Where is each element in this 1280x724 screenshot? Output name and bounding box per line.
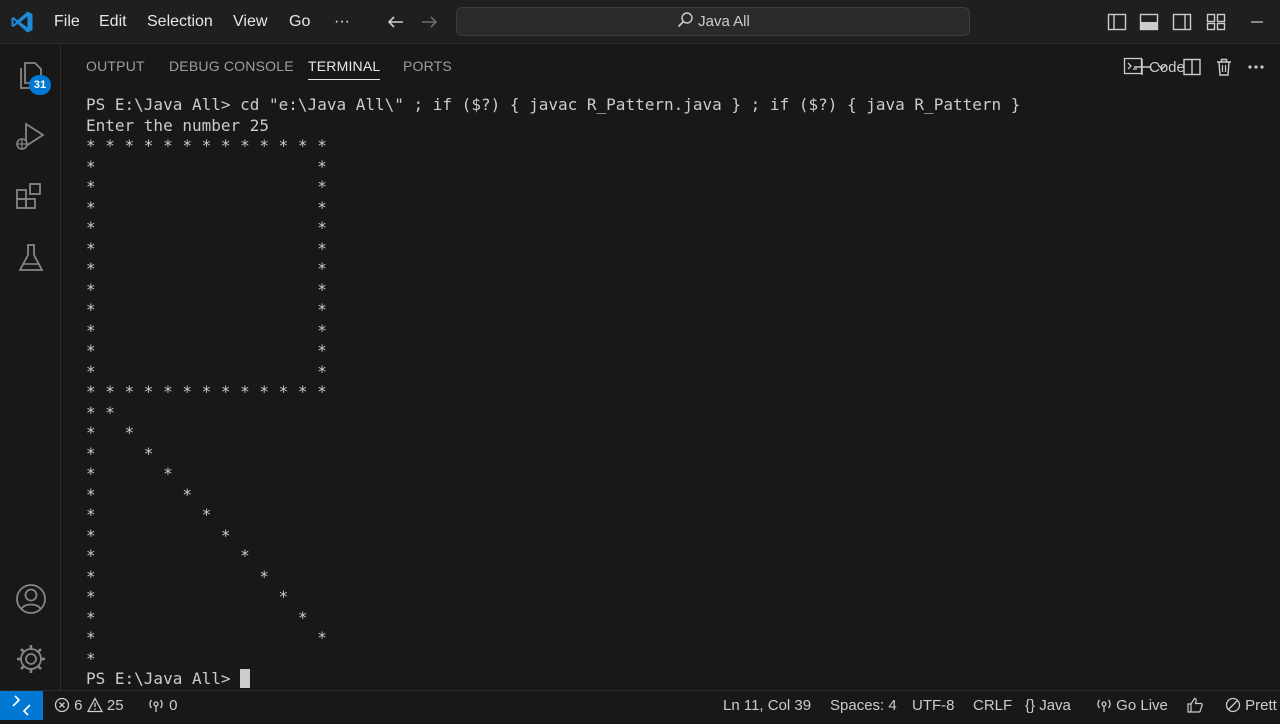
terminal-line: * * [86,218,327,237]
terminal-line: * * [86,525,231,545]
go-live-button[interactable]: Go Live [1096,691,1168,720]
terminal-line: * * [86,423,135,442]
search-icon [678,12,693,28]
menu-selection[interactable]: Selection [147,0,213,44]
menu-file[interactable]: File [54,0,80,44]
terminal-line: * * [86,156,327,176]
prettier-disabled-icon [1225,697,1241,713]
vscode-logo-icon [11,11,33,33]
terminal-line: * * * * * * * * * * * * * [86,382,327,401]
testing-icon[interactable] [13,240,49,276]
minimize-window-icon[interactable] [1246,11,1268,33]
terminal-line: * * [86,279,327,299]
error-count: 6 [74,697,83,714]
tab-ports[interactable]: PORTS [403,44,452,88]
terminal-line: * * [86,546,250,565]
terminal-line: * * [86,464,173,483]
language-mode[interactable]: {} Java [1025,691,1071,720]
menu-view[interactable]: View [233,0,267,44]
terminal-line: * * [86,402,115,422]
error-icon [54,697,70,713]
warning-icon [86,697,103,713]
tab-terminal-label: TERMINAL [308,58,381,74]
explorer-badge: 31 [29,75,51,95]
menu-more[interactable]: ··· [334,0,350,44]
terminal-line: PS E:\Java All> cd "e:\Java All\" ; if (… [86,95,1021,114]
language-label: Java [1039,697,1071,714]
terminal-line: * * [86,587,289,606]
prettier-label: Prett [1245,697,1277,714]
title-bar: File Edit Selection View Go ··· Java All [0,0,1280,44]
terminal-line: * * [86,320,327,340]
chevron-down-icon[interactable] [1155,56,1169,78]
trash-icon[interactable] [1213,56,1235,78]
thumbs-up-icon [1187,697,1203,713]
terminal-prompt: PS E:\Java All> [86,669,241,688]
indentation[interactable]: Spaces: 4 [830,691,897,720]
go-live-label: Go Live [1116,697,1168,714]
terminal-line: * * [86,607,308,627]
search-text: Java All [698,13,750,30]
toggle-secondary-sidebar-icon[interactable] [1171,11,1193,33]
accounts-icon[interactable] [13,581,49,617]
terminal-line: * * [86,177,327,196]
remote-icon [12,695,31,716]
terminal-cursor [240,669,251,688]
terminal-line: * * [86,566,270,586]
feedback-button[interactable] [1186,691,1204,720]
menu-edit[interactable]: Edit [99,0,127,44]
command-center-search[interactable]: Java All [456,7,970,36]
status-bar: 6 25 0 Ln 11, Col 39 Spaces: 4 UTF-8 CRL… [0,690,1280,720]
back-arrow-icon[interactable] [383,9,409,35]
new-terminal-plus-icon[interactable] [1131,56,1153,78]
broadcast-icon [149,699,163,712]
customize-layout-icon[interactable] [1205,11,1227,33]
settings-gear-icon[interactable] [13,641,49,677]
more-actions-icon[interactable] [1245,56,1267,78]
terminal-line: * * [86,505,212,524]
terminal-line: * * [86,443,154,463]
braces-icon: {} [1025,697,1036,714]
menu-go[interactable]: Go [289,0,310,44]
tab-terminal[interactable]: TERMINAL [308,44,381,88]
panel-header: OUTPUT DEBUG CONSOLE TERMINAL PORTS Code [61,44,1280,88]
prettier-indicator[interactable]: Prett [1225,691,1277,720]
terminal-line: * * [86,197,327,217]
broadcast-icon [1097,699,1111,712]
active-tab-indicator [308,79,381,80]
run-debug-icon[interactable] [13,118,49,154]
terminal-line: * [86,648,96,668]
encoding[interactable]: UTF-8 [912,691,955,720]
toggle-primary-sidebar-icon[interactable] [1106,11,1128,33]
warning-count: 25 [106,697,124,714]
terminal-line: * * [86,300,327,319]
terminal-line: * * [86,259,327,278]
terminal-line: * * [86,238,327,258]
activity-bar: 31 [0,44,61,690]
terminal-line: * * [86,484,192,504]
split-terminal-icon[interactable] [1181,56,1203,78]
terminal-line: * * * * * * * * * * * * * [86,136,327,155]
toggle-panel-icon[interactable] [1138,11,1160,33]
terminal-line: * * [86,341,327,360]
problems-indicator[interactable]: 6 25 [54,691,124,720]
terminal-prompt-line[interactable]: PS E:\Java All> [86,669,1266,690]
extensions-icon[interactable] [13,179,49,215]
ports-count: 0 [169,697,178,714]
end-of-line[interactable]: CRLF [973,691,1012,720]
remote-indicator[interactable] [0,691,43,720]
cursor-position[interactable]: Ln 11, Col 39 [723,691,811,720]
terminal-line: Enter the number 25 [86,115,270,135]
ports-indicator[interactable]: 0 [147,691,178,720]
terminal-output[interactable]: PS E:\Java All> cd "e:\Java All\" ; if (… [86,95,1266,690]
tab-debug-console[interactable]: DEBUG CONSOLE [169,44,294,88]
terminal-line: * * [86,628,327,647]
forward-arrow-icon[interactable] [416,9,442,35]
terminal-line: * * [86,361,327,381]
tab-output[interactable]: OUTPUT [86,44,145,88]
